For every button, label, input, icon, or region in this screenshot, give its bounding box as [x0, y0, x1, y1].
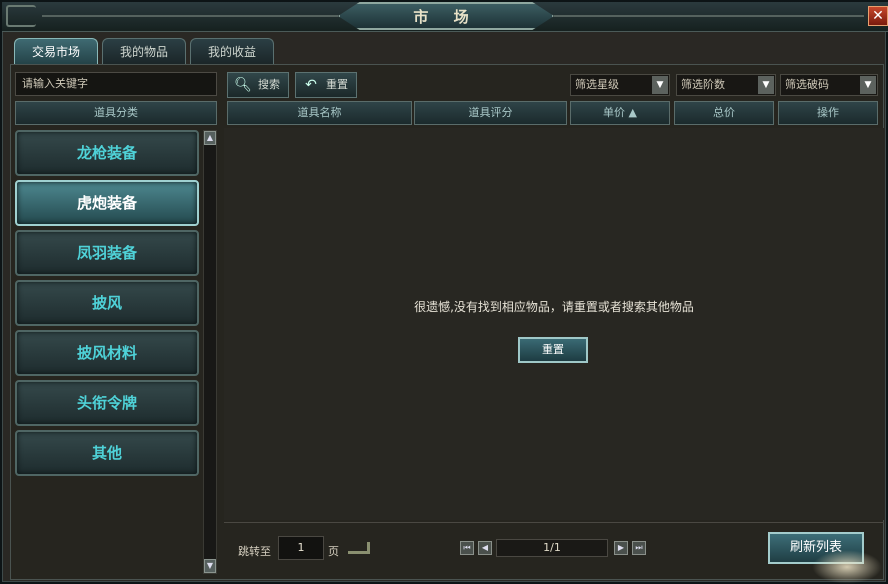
- chevron-down-icon: ▼: [758, 76, 774, 94]
- column-label: 单价 ▲: [603, 106, 637, 119]
- filter-star-dropdown[interactable]: 筛选星级 ▼: [570, 74, 670, 96]
- prev-page-icon[interactable]: ◀: [478, 541, 492, 555]
- last-page-icon[interactable]: ⏭: [632, 541, 646, 555]
- column-item-score[interactable]: 道具评分: [414, 101, 567, 125]
- scroll-up-icon[interactable]: ▲: [204, 131, 216, 145]
- column-item-name[interactable]: 道具名称: [227, 101, 412, 125]
- category-label: 凤羽装备: [76, 244, 137, 262]
- reset-button-label: 重置: [326, 78, 348, 91]
- filter-code-dropdown[interactable]: 筛选破码 ▼: [780, 74, 878, 96]
- refresh-list-button[interactable]: 刷新列表: [768, 532, 864, 564]
- next-page-icon[interactable]: ▶: [614, 541, 628, 555]
- empty-reset-label: 重置: [542, 343, 564, 356]
- category-header: 道具分类: [15, 101, 217, 125]
- tab-label: 我的收益: [207, 45, 256, 59]
- page-number-input[interactable]: 1: [278, 536, 324, 560]
- title-divider-left: [42, 15, 338, 17]
- category-list: 龙枪装备 虎炮装备 凤羽装备 披风 披风材料 头衔令牌 其他: [13, 128, 201, 574]
- chevron-down-icon: ▼: [860, 76, 876, 94]
- window-title: 市 场: [413, 7, 479, 26]
- page-unit-label: 页: [328, 545, 339, 558]
- empty-reset-button[interactable]: 重置: [518, 337, 588, 363]
- category-label: 虎炮装备: [76, 194, 137, 212]
- column-total-price[interactable]: 总价: [674, 101, 774, 125]
- category-label: 头衔令牌: [76, 394, 137, 412]
- filter-star-label: 筛选星级: [575, 78, 619, 91]
- search-button-label: 搜索: [258, 78, 280, 91]
- category-dragon-spear[interactable]: 龙枪装备: [15, 130, 199, 176]
- category-scrollbar[interactable]: ▲ ▼: [203, 130, 217, 574]
- tab-my-items[interactable]: 我的物品: [102, 38, 186, 64]
- category-label: 披风: [91, 294, 122, 312]
- tab-label: 交易市场: [31, 45, 80, 59]
- keyword-input[interactable]: 请输入关键字: [15, 72, 217, 96]
- filter-tier-dropdown[interactable]: 筛选阶数 ▼: [676, 74, 776, 96]
- search-button[interactable]: 🔍︎ 搜索: [227, 72, 289, 98]
- tab-my-earnings[interactable]: 我的收益: [190, 38, 274, 64]
- category-label: 龙枪装备: [76, 144, 137, 162]
- filter-code-label: 筛选破码: [785, 78, 829, 91]
- tab-trade-market[interactable]: 交易市场: [14, 38, 98, 64]
- tab-label: 我的物品: [119, 45, 168, 59]
- category-cloak-material[interactable]: 披风材料: [15, 330, 199, 376]
- scroll-down-icon[interactable]: ▼: [204, 559, 216, 573]
- empty-message: 很遗憾,没有找到相应物品，请重置或者搜索其他物品: [414, 300, 694, 314]
- corner-ornament: [6, 5, 36, 27]
- title-bar: 市 场 ✕: [2, 2, 888, 32]
- market-window: 市 场 ✕ 交易市场 我的物品 我的收益 请输入关键字 道具分类 龙枪装备 虎炮…: [0, 0, 888, 584]
- reset-button[interactable]: ↶ 重置: [295, 72, 357, 98]
- category-title-token[interactable]: 头衔令牌: [15, 380, 199, 426]
- jump-label: 跳转至: [238, 545, 271, 558]
- column-label: 总价: [713, 106, 735, 119]
- undo-icon: ↶: [305, 77, 317, 93]
- category-cloak[interactable]: 披风: [15, 280, 199, 326]
- page-indicator: 1/1: [496, 539, 608, 557]
- title-divider-right: [554, 15, 864, 17]
- title-plate: 市 场: [338, 2, 554, 30]
- column-action[interactable]: 操作: [778, 101, 878, 125]
- category-other[interactable]: 其他: [15, 430, 199, 476]
- category-tiger-cannon[interactable]: 虎炮装备: [15, 180, 199, 226]
- category-label: 披风材料: [76, 344, 137, 362]
- refresh-list-label: 刷新列表: [789, 540, 842, 555]
- category-label: 其他: [91, 444, 122, 462]
- column-label: 道具名称: [297, 106, 342, 119]
- search-icon: 🔍︎: [234, 77, 252, 93]
- column-label: 道具评分: [468, 106, 513, 119]
- item-list: [224, 128, 884, 520]
- close-icon: ✕: [872, 8, 884, 24]
- first-page-icon[interactable]: ⏮: [460, 541, 474, 555]
- column-label: 操作: [817, 106, 839, 119]
- category-header-label: 道具分类: [94, 106, 138, 119]
- chevron-down-icon: ▼: [652, 76, 668, 94]
- filter-tier-label: 筛选阶数: [681, 78, 725, 91]
- category-phoenix-feather[interactable]: 凤羽装备: [15, 230, 199, 276]
- column-unit-price[interactable]: 单价 ▲: [570, 101, 670, 125]
- close-button[interactable]: ✕: [868, 6, 888, 26]
- keyword-placeholder: 请输入关键字: [22, 77, 88, 90]
- go-icon[interactable]: [348, 542, 370, 554]
